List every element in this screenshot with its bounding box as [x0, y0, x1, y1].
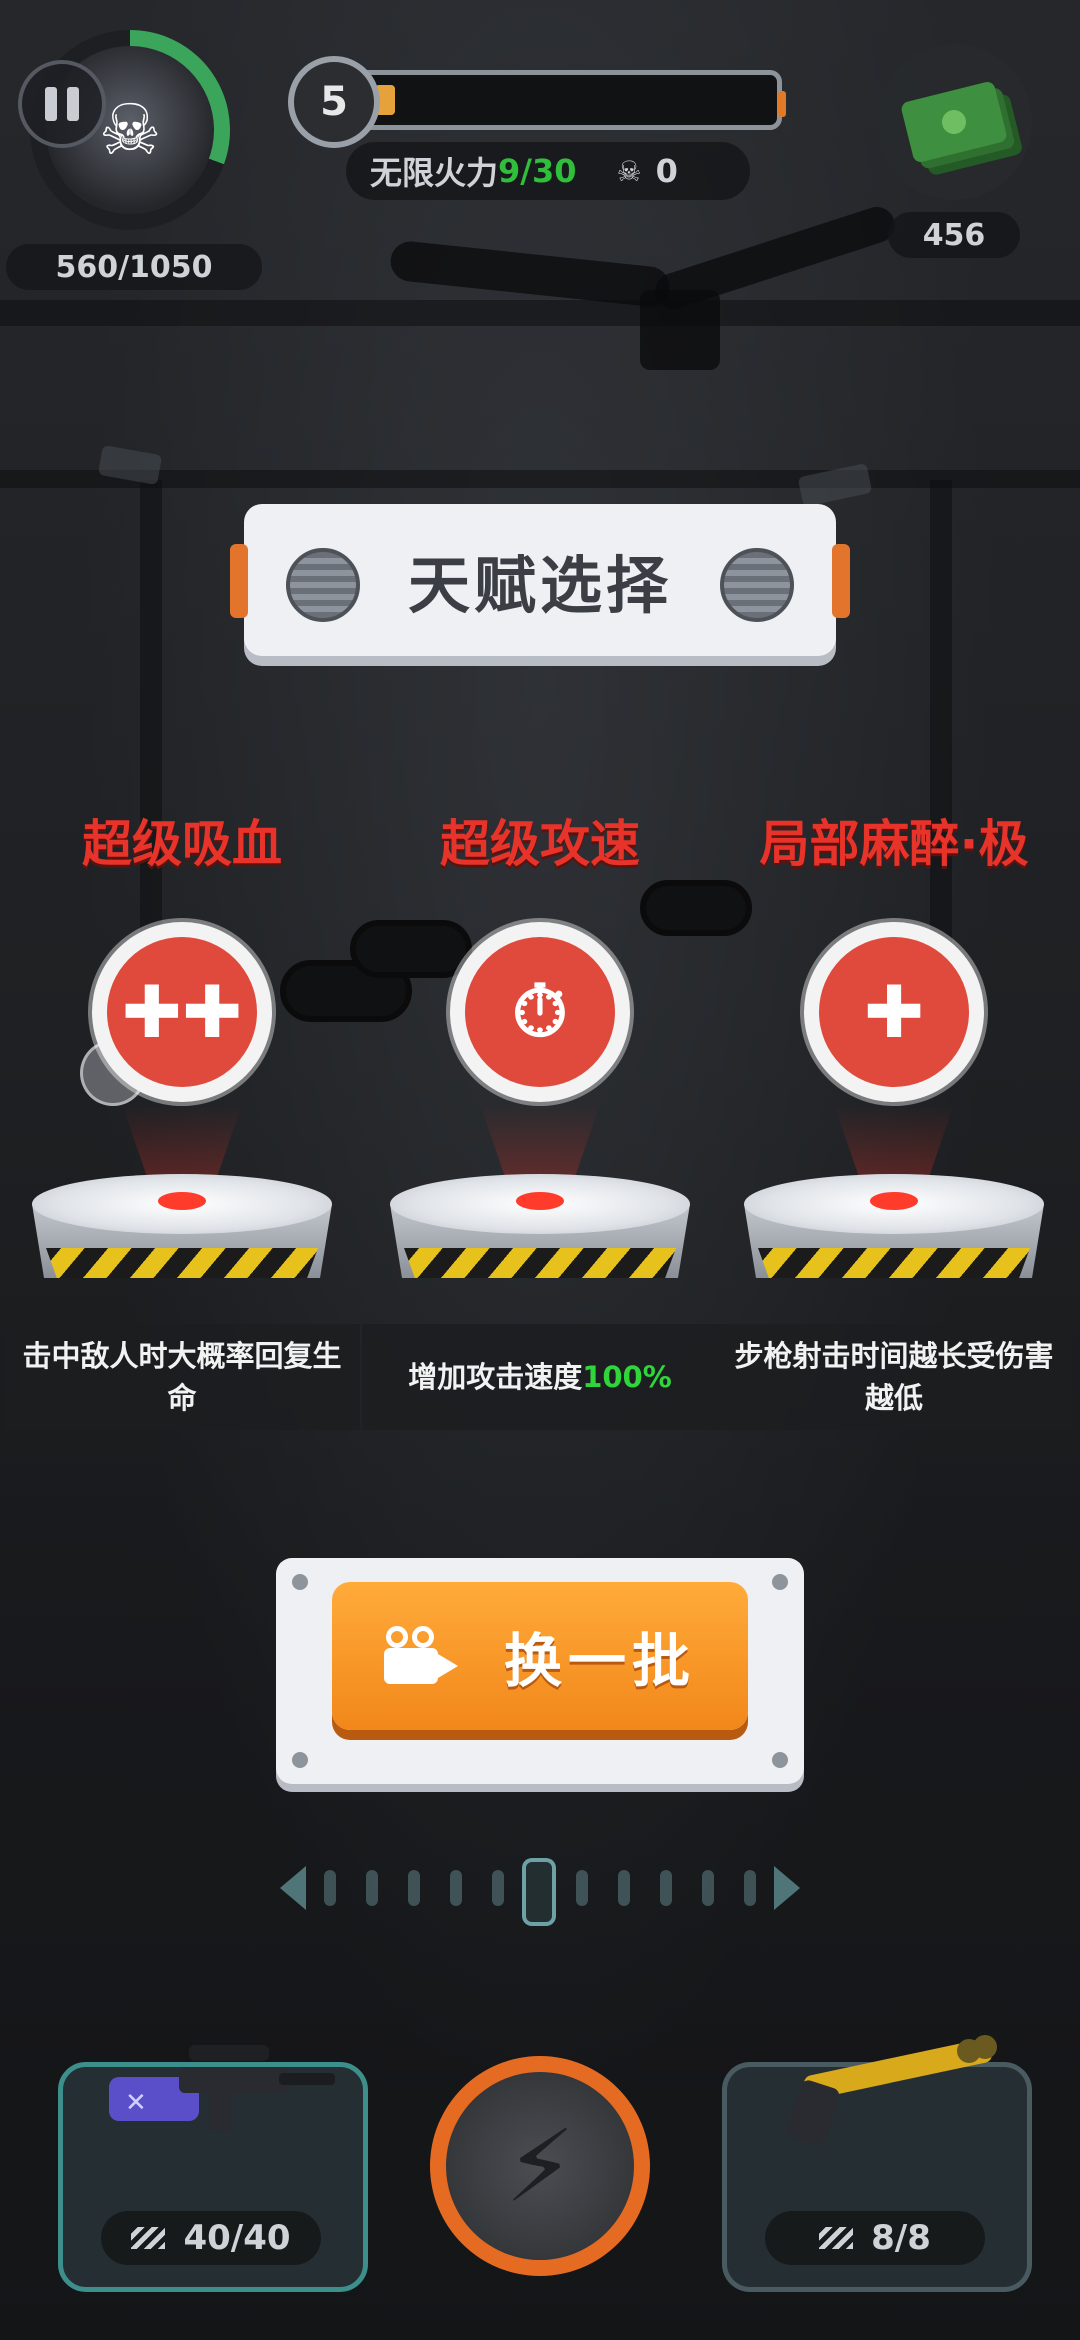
selector-tick [366, 1870, 378, 1906]
skull-icon: ☠ [616, 154, 642, 188]
camera-lens [437, 1654, 458, 1678]
talent-name: 局部麻醉·极 [759, 815, 1029, 873]
cash-button[interactable] [876, 44, 1032, 200]
cash-amount: 456 [888, 212, 1020, 258]
pause-icon [45, 87, 57, 121]
level-badge: 5 [288, 56, 380, 148]
pedestal-glow [870, 1192, 918, 1210]
kill-count: 0 [655, 152, 678, 190]
talent-icon-frame: ✚ [804, 922, 984, 1102]
selector-tick [702, 1870, 714, 1906]
pedestal-glow [158, 1192, 206, 1210]
hp-counter: 560/1050 [6, 244, 262, 290]
camera-reel [385, 1626, 408, 1648]
pedestal-hazard-stripe [46, 1248, 318, 1278]
stopwatch-gun-icon: ⏱ [465, 937, 615, 1087]
talent-description: 击中敌人时大概率回复生命 [4, 1324, 360, 1430]
selector-handle[interactable] [522, 1858, 556, 1926]
weapon-slot-shotgun[interactable]: 8/8 [722, 2035, 1032, 2292]
rifle-icon: ✕ [109, 2045, 335, 2131]
mode-status: 无限火力 9/30 ☠ 0 [346, 142, 750, 200]
page-title: 天赋选择 [407, 549, 672, 622]
weapon-slot-rifle[interactable]: ✕ 40/40 [58, 2045, 368, 2292]
talent-desc-text: 击中敌人时大概率回复生命 [22, 1339, 342, 1415]
talent-name: 超级吸血 [82, 815, 282, 873]
ammo-icon [819, 2227, 854, 2249]
pause-button[interactable] [18, 60, 106, 148]
pedestal [744, 1174, 1044, 1304]
pause-icon-bar [67, 87, 79, 121]
selector-tick [744, 1870, 756, 1906]
bolt-icon [286, 548, 360, 622]
camera-reel [411, 1626, 434, 1648]
selector-tick [576, 1870, 588, 1906]
cash-icon [899, 80, 1009, 164]
pedestal-glow [516, 1192, 564, 1210]
talent-description: 增加攻击速度100% [362, 1324, 718, 1430]
skill-button[interactable]: ⚡ [430, 2056, 650, 2276]
talent-name: 超级攻速 [440, 815, 640, 873]
refresh-label: 换一批 [503, 1627, 696, 1695]
ammo-counter: 40/40 [101, 2211, 321, 2265]
screw [292, 1752, 308, 1768]
screw [772, 1752, 788, 1768]
selector-tick [324, 1870, 336, 1906]
talent-card-3[interactable]: 局部麻醉·极 ✚ 步枪射击时间越长受伤害越低 [716, 804, 1072, 1434]
talent-icon-frame: ⏱ [450, 922, 630, 1102]
avatar-skull-icon: ☠ [98, 89, 162, 171]
weapon-selector[interactable] [280, 1848, 800, 1928]
talent-desc-text: 增加攻击速度 [408, 1360, 583, 1394]
mode-count: 9/30 [498, 152, 577, 190]
talent-card-2[interactable]: 超级攻速 ⏱ 增加攻击速度100% [362, 804, 718, 1434]
banner-tab [832, 544, 850, 618]
screw [772, 1574, 788, 1590]
bolt-icon [720, 548, 794, 622]
selector-right-arrow-icon[interactable] [774, 1866, 800, 1910]
talent-description: 步枪射击时间越长受伤害越低 [716, 1324, 1072, 1430]
talent-icon-frame: ✚✚ [92, 922, 272, 1102]
talent-desc-highlight: 100% [582, 1360, 672, 1394]
ammo-icon [131, 2227, 166, 2249]
pedestal [390, 1174, 690, 1304]
ammo-value: 40/40 [183, 2218, 291, 2258]
refresh-panel: 换一批 [276, 1558, 804, 1784]
refresh-talents-button[interactable]: 换一批 [332, 1582, 748, 1730]
pedestal-hazard-stripe [758, 1248, 1030, 1278]
selector-tick [492, 1870, 504, 1906]
mode-label: 无限火力 [370, 154, 499, 192]
shotgun-icon [786, 2035, 997, 2146]
selector-tick [618, 1870, 630, 1906]
camera-body [383, 1648, 438, 1684]
talent-card-1[interactable]: 超级吸血 ✚✚ 击中敌人时大概率回复生命 [4, 804, 360, 1434]
xp-bar [336, 70, 786, 130]
banner-tab [230, 544, 248, 618]
selector-tick [408, 1870, 420, 1906]
selector-tick [450, 1870, 462, 1906]
xp-bar-end [778, 91, 786, 117]
screw [292, 1574, 308, 1590]
heal-plus-icon: ✚✚ [107, 937, 257, 1087]
ammo-counter: 8/8 [765, 2211, 985, 2265]
selector-tick [660, 1870, 672, 1906]
selector-left-arrow-icon[interactable] [280, 1866, 306, 1910]
pedestal [32, 1174, 332, 1304]
talent-desc-text: 步枪射击时间越长受伤害越低 [734, 1339, 1054, 1415]
talent-title-banner: 天赋选择 [230, 504, 850, 656]
ammo-value: 8/8 [871, 2218, 931, 2258]
video-camera-icon [383, 1626, 460, 1686]
shield-cross-icon: ✚ [819, 937, 969, 1087]
lightning-icon: ⚡ [446, 2072, 634, 2260]
pedestal-hazard-stripe [404, 1248, 676, 1278]
svg-text:✕: ✕ [125, 2088, 147, 2118]
